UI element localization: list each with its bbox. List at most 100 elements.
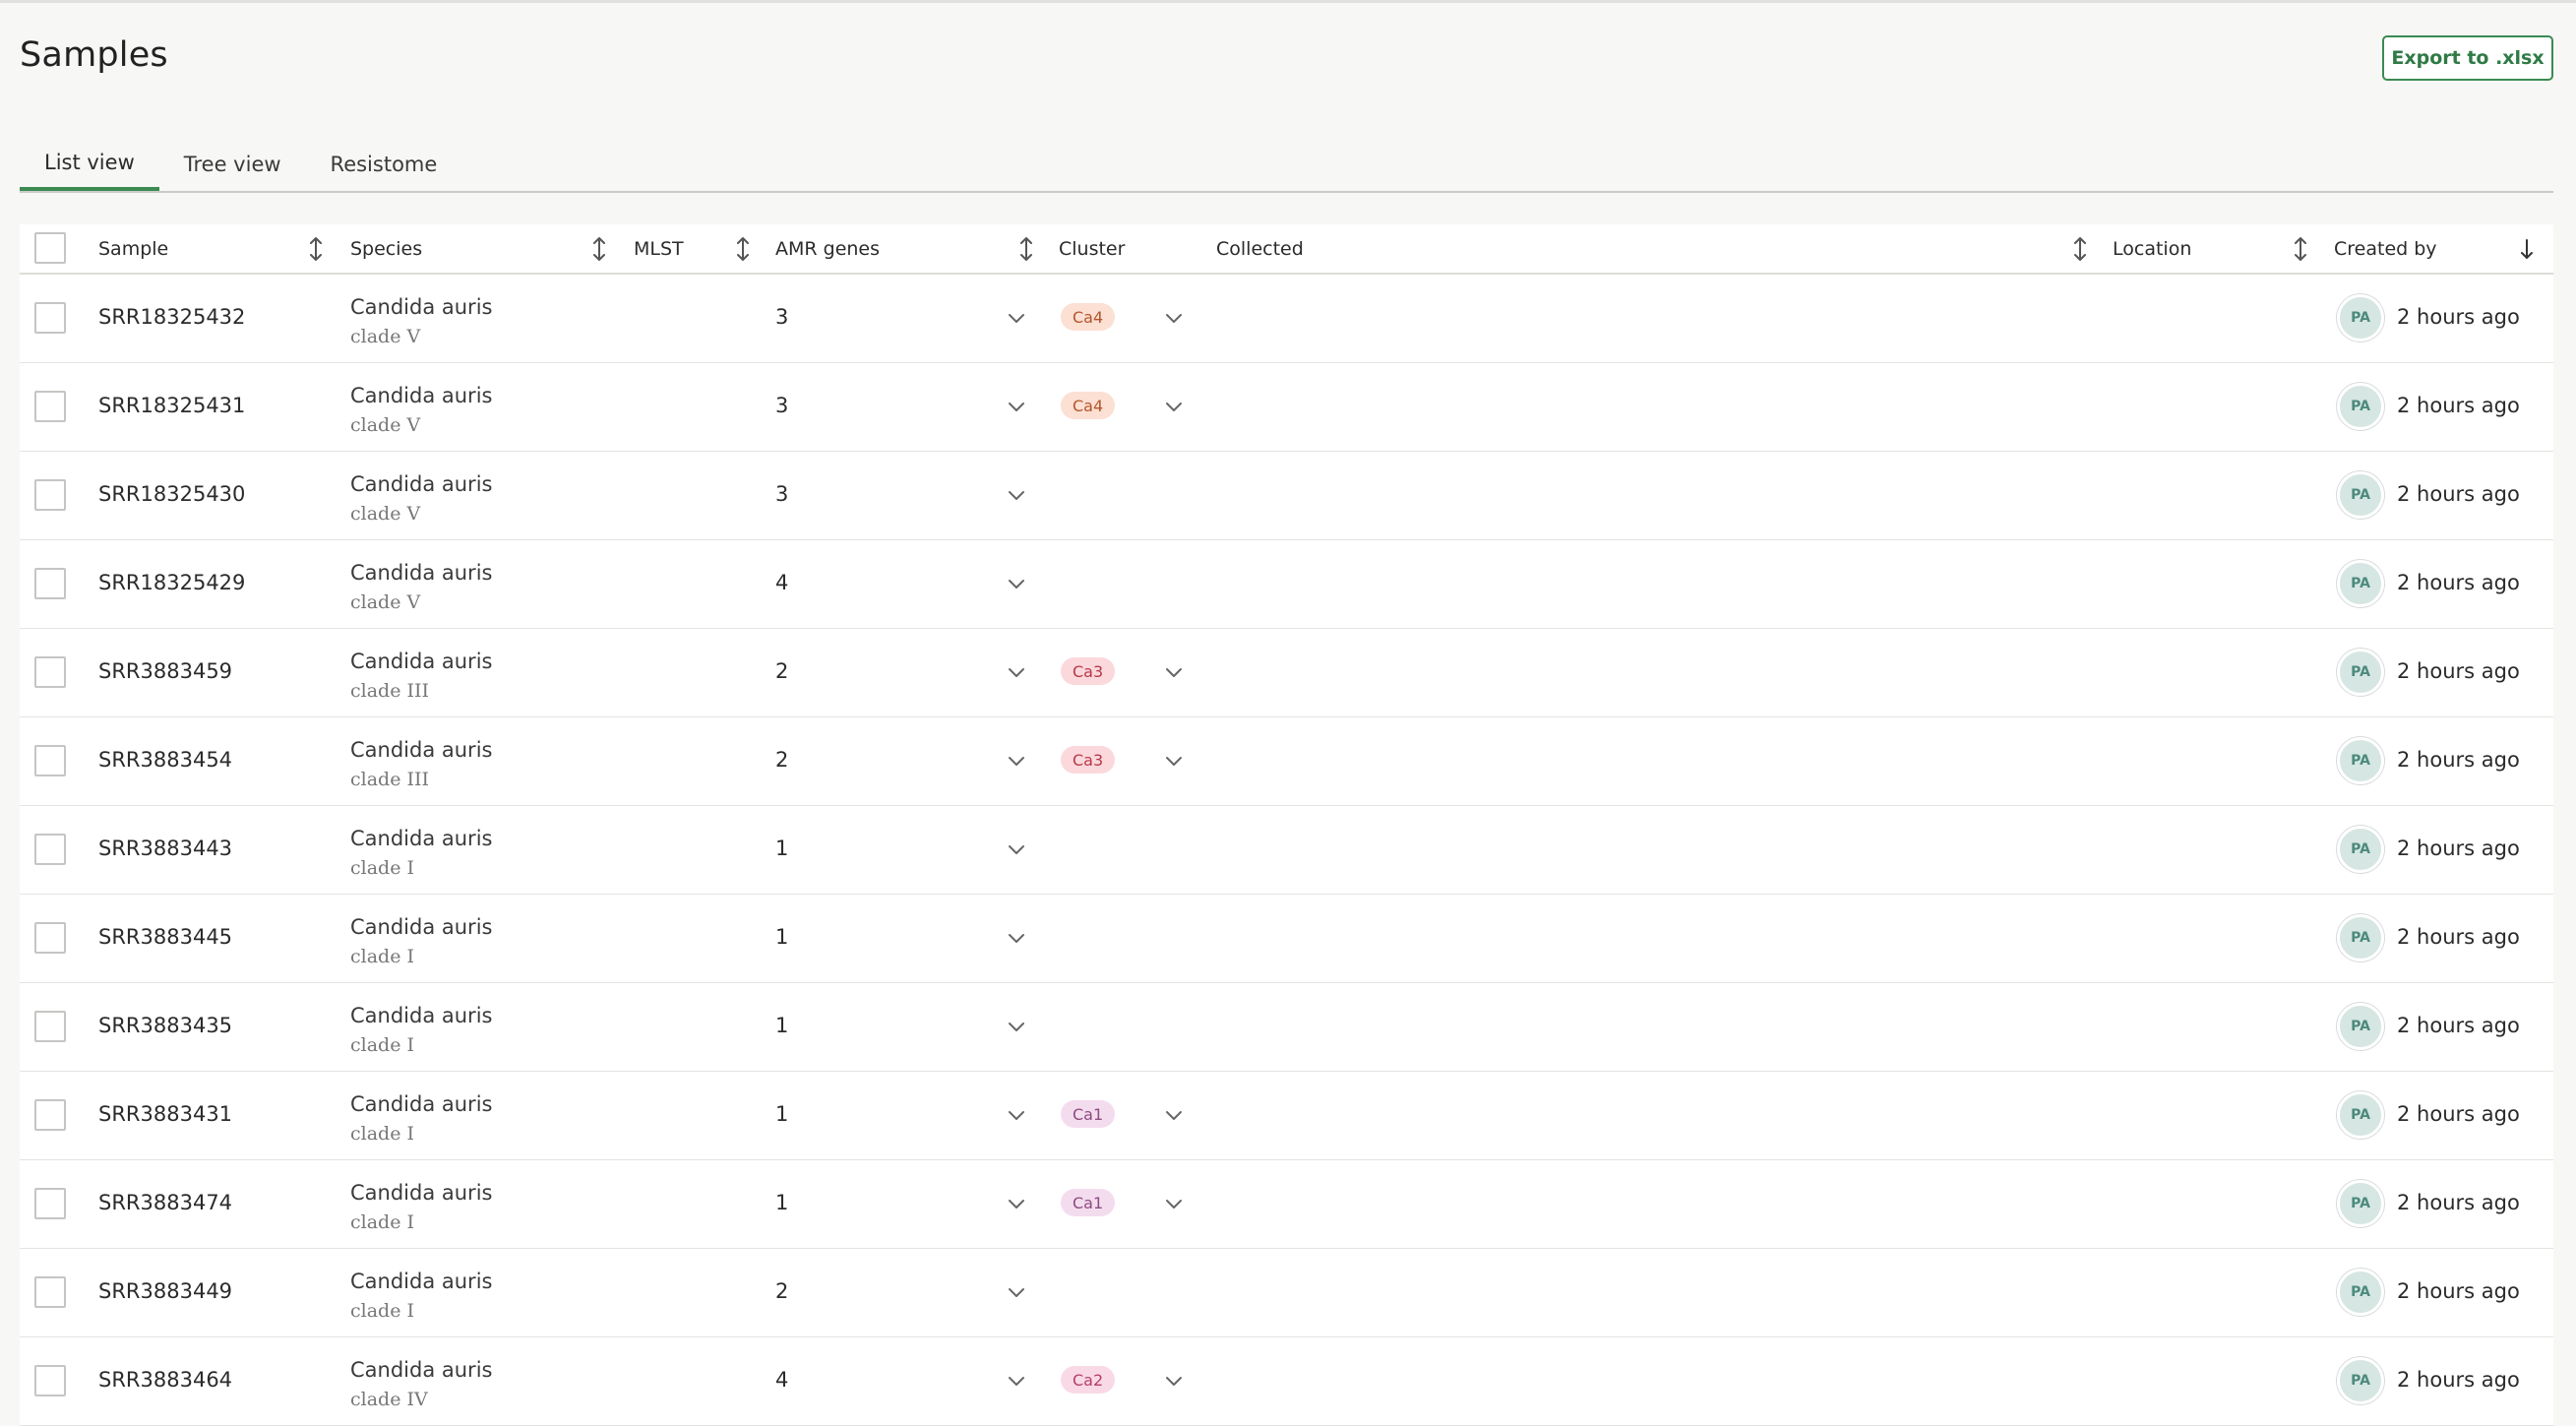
row-checkbox[interactable] — [34, 1011, 66, 1042]
sample-id[interactable]: SRR18325430 — [98, 482, 245, 506]
column-header-species[interactable]: Species — [350, 224, 422, 273]
table-row[interactable]: SRR3883431 Candida auris clade I 1 Ca1 PA 2 ho… — [20, 1072, 2553, 1160]
species-name: Candida auris — [350, 472, 493, 496]
species-clade: clade V — [350, 591, 421, 613]
row-checkbox[interactable] — [34, 391, 66, 422]
amr-expand-chevron-down-icon[interactable] — [1004, 837, 1029, 862]
sort-icon[interactable] — [732, 224, 754, 273]
table-row[interactable]: SRR3883459 Candida auris clade III 2 Ca3 PA 2 … — [20, 629, 2553, 717]
cluster-expand-chevron-down-icon[interactable] — [1161, 394, 1187, 419]
table-row[interactable]: SRR3883443 Candida auris clade I 1 PA 2 hours… — [20, 806, 2553, 895]
sample-id[interactable]: SRR18325431 — [98, 394, 245, 417]
table-row[interactable]: SRR18325429 Candida auris clade V 4 PA 2 hour… — [20, 540, 2553, 629]
row-checkbox[interactable] — [34, 834, 66, 865]
cluster-badge[interactable]: Ca1 — [1061, 1100, 1116, 1128]
sort-icon[interactable] — [2069, 224, 2091, 273]
amr-expand-chevron-down-icon[interactable] — [1004, 748, 1029, 774]
cluster-badge[interactable]: Ca1 — [1061, 1189, 1116, 1216]
row-checkbox[interactable] — [34, 479, 66, 511]
row-checkbox[interactable] — [34, 1188, 66, 1219]
amr-expand-chevron-down-icon[interactable] — [1004, 394, 1029, 419]
row-checkbox[interactable] — [34, 568, 66, 599]
table-row[interactable]: SRR3883454 Candida auris clade III 2 Ca3 PA 2 … — [20, 717, 2553, 806]
row-checkbox[interactable] — [34, 1276, 66, 1308]
cluster-expand-chevron-down-icon[interactable] — [1161, 1102, 1187, 1128]
amr-expand-chevron-down-icon[interactable] — [1004, 925, 1029, 951]
amr-expand-chevron-down-icon[interactable] — [1004, 1014, 1029, 1039]
sample-id[interactable]: SRR3883431 — [98, 1102, 232, 1126]
cluster-expand-chevron-down-icon[interactable] — [1161, 659, 1187, 685]
cluster-badge[interactable]: Ca3 — [1061, 657, 1116, 685]
tab-resistome[interactable]: Resistome — [306, 138, 462, 191]
sample-id[interactable]: SRR3883464 — [98, 1368, 232, 1392]
sample-id[interactable]: SRR18325432 — [98, 305, 245, 329]
cluster-expand-chevron-down-icon[interactable] — [1161, 1191, 1187, 1216]
amr-genes-count: 3 — [775, 305, 789, 329]
table-row[interactable]: SRR18325431 Candida auris clade V 3 Ca4 PA 2 h… — [20, 363, 2553, 452]
amr-expand-chevron-down-icon[interactable] — [1004, 1102, 1029, 1128]
row-checkbox[interactable] — [34, 922, 66, 954]
table-row[interactable]: SRR3883474 Candida auris clade I 1 Ca1 PA 2 ho… — [20, 1160, 2553, 1249]
column-header-location[interactable]: Location — [2113, 224, 2191, 273]
species-name: Candida auris — [350, 915, 493, 939]
row-checkbox[interactable] — [34, 656, 66, 688]
column-header-created-by[interactable]: Created by — [2334, 224, 2437, 273]
species-name: Candida auris — [350, 1270, 493, 1293]
cluster-badge[interactable]: Ca4 — [1061, 303, 1116, 331]
sample-id[interactable]: SRR3883443 — [98, 837, 232, 860]
avatar: PA — [2337, 294, 2384, 341]
created-time: 2 hours ago — [2397, 837, 2520, 860]
sort-icon[interactable] — [1015, 224, 1037, 273]
sort-icon[interactable] — [2290, 224, 2311, 273]
sample-id[interactable]: SRR3883454 — [98, 748, 232, 772]
amr-expand-chevron-down-icon[interactable] — [1004, 1191, 1029, 1216]
amr-expand-chevron-down-icon[interactable] — [1004, 1279, 1029, 1305]
table-row[interactable]: SRR3883464 Candida auris clade IV 4 Ca2 PA 2 h… — [20, 1337, 2553, 1426]
cluster-badge[interactable]: Ca3 — [1061, 746, 1116, 774]
amr-genes-count: 2 — [775, 659, 789, 683]
cluster-expand-chevron-down-icon[interactable] — [1161, 1368, 1187, 1394]
species-name: Candida auris — [350, 738, 493, 762]
sample-id[interactable]: SRR3883449 — [98, 1279, 232, 1303]
avatar: PA — [2337, 1091, 2384, 1139]
cluster-expand-chevron-down-icon[interactable] — [1161, 305, 1187, 331]
column-header-amr-genes[interactable]: AMR genes — [775, 224, 880, 273]
cluster-expand-chevron-down-icon[interactable] — [1161, 748, 1187, 774]
amr-expand-chevron-down-icon[interactable] — [1004, 571, 1029, 596]
sort-icon[interactable] — [588, 224, 610, 273]
amr-expand-chevron-down-icon[interactable] — [1004, 1368, 1029, 1394]
sample-id[interactable]: SRR18325429 — [98, 571, 245, 594]
created-time: 2 hours ago — [2397, 305, 2520, 329]
sample-id[interactable]: SRR3883459 — [98, 659, 232, 683]
column-header-collected[interactable]: Collected — [1216, 224, 1304, 273]
column-header-mlst[interactable]: MLST — [634, 224, 684, 273]
table-row[interactable]: SRR3883449 Candida auris clade I 2 PA 2 hours… — [20, 1249, 2553, 1337]
sample-id[interactable]: SRR3883445 — [98, 925, 232, 949]
cluster-badge[interactable]: Ca2 — [1061, 1366, 1116, 1394]
row-checkbox[interactable] — [34, 1365, 66, 1396]
column-header-cluster[interactable]: Cluster — [1059, 224, 1125, 273]
amr-expand-chevron-down-icon[interactable] — [1004, 305, 1029, 331]
avatar: PA — [2337, 471, 2384, 519]
species-clade: clade III — [350, 680, 430, 702]
select-all-checkbox[interactable] — [34, 232, 66, 264]
cluster-badge[interactable]: Ca4 — [1061, 392, 1116, 419]
tab-list-view[interactable]: List view — [20, 138, 159, 191]
sort-desc-icon[interactable] — [2516, 224, 2538, 273]
row-checkbox[interactable] — [34, 302, 66, 334]
tab-tree-view[interactable]: Tree view — [159, 138, 306, 191]
export-xlsx-button[interactable]: Export to .xlsx — [2382, 35, 2553, 81]
table-row[interactable]: SRR3883445 Candida auris clade I 1 PA 2 hours… — [20, 895, 2553, 983]
table-row[interactable]: SRR18325432 Candida auris clade V 3 Ca4 PA 2 h… — [20, 275, 2553, 363]
table-row[interactable]: SRR18325430 Candida auris clade V 3 PA 2 hour… — [20, 452, 2553, 540]
sort-icon[interactable] — [305, 224, 327, 273]
row-checkbox[interactable] — [34, 745, 66, 776]
sample-id[interactable]: SRR3883435 — [98, 1014, 232, 1037]
species-name: Candida auris — [350, 1004, 493, 1027]
sample-id[interactable]: SRR3883474 — [98, 1191, 232, 1214]
amr-expand-chevron-down-icon[interactable] — [1004, 659, 1029, 685]
column-header-sample[interactable]: Sample — [98, 224, 168, 273]
amr-expand-chevron-down-icon[interactable] — [1004, 482, 1029, 508]
table-row[interactable]: SRR3883435 Candida auris clade I 1 PA 2 hours… — [20, 983, 2553, 1072]
row-checkbox[interactable] — [34, 1099, 66, 1131]
